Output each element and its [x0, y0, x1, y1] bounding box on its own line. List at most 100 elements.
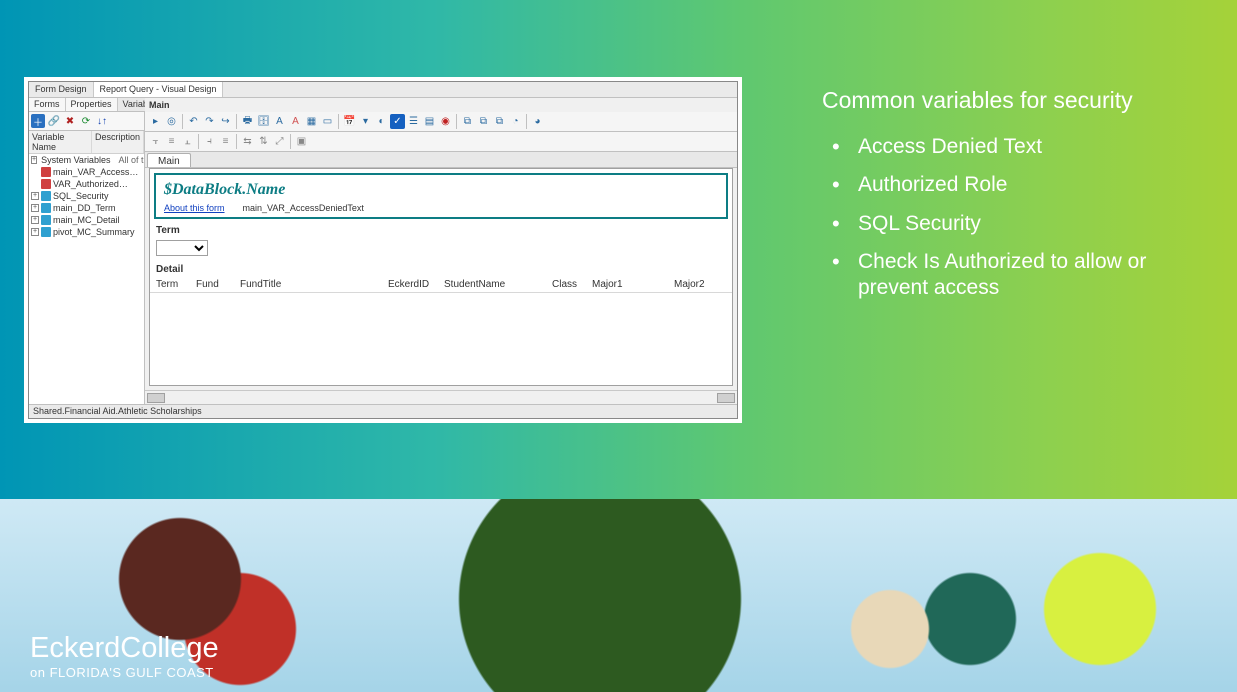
target-icon[interactable]: ◎ — [164, 114, 179, 129]
expand-icon[interactable]: + — [31, 228, 39, 236]
grid-header: Term Fund FundTitle EckerdID StudentName… — [150, 277, 732, 293]
align-mid-icon[interactable]: ≡ — [218, 134, 233, 149]
pointer-icon[interactable]: ▸ — [148, 114, 163, 129]
var-icon — [41, 227, 51, 237]
about-this-form-link[interactable]: About this form — [164, 203, 225, 213]
align-center-icon[interactable]: ≡ — [164, 134, 179, 149]
list2-icon[interactable]: ▤ — [422, 114, 437, 129]
slide-text: Common variables for security Access Den… — [822, 87, 1202, 307]
align-left-icon[interactable]: ⫟ — [148, 134, 163, 149]
panel-icon[interactable]: ▭ — [320, 114, 335, 129]
col-major2: Major2 — [674, 279, 724, 290]
text-a2-icon[interactable]: A — [288, 114, 303, 129]
nav3-icon[interactable]: ⧉ — [492, 114, 507, 129]
grid-body-empty — [150, 293, 732, 386]
tree-label: VAR_Authorized… — [53, 179, 128, 189]
slide-heading: Common variables for security — [822, 87, 1202, 114]
refresh-icon[interactable]: ⟳ — [79, 114, 93, 128]
tree-label: main_MC_Detail — [53, 215, 120, 225]
col-major1: Major1 — [592, 279, 674, 290]
h-scrollbar[interactable] — [145, 390, 737, 404]
delete-icon[interactable]: ✖ — [63, 114, 77, 128]
tree-row[interactable]: + pivot_MC_Summary — [29, 226, 144, 238]
calendar-icon[interactable]: 📅 — [342, 114, 357, 129]
term-label: Term — [150, 219, 732, 238]
left-panel: Forms Properties Variables ＋ 🔗 ✖ ⟳ ↓↑ Va… — [29, 98, 145, 404]
redo-icon[interactable]: ↷ — [202, 114, 217, 129]
tree-row-system-variables[interactable]: + System Variables All of the s — [29, 154, 144, 166]
var-icon — [41, 215, 51, 225]
align-top-icon[interactable]: ⫞ — [202, 134, 217, 149]
db-icon[interactable]: 🗄 — [256, 114, 271, 129]
photo-banner: EckerdCollege on FLORIDA'S GULF COAST — [0, 499, 1237, 692]
term-select[interactable] — [156, 240, 208, 256]
tree-row[interactable]: + main_MC_Detail — [29, 214, 144, 226]
tree-desc: All of the s — [112, 155, 144, 165]
tree-label: main_DD_Term — [53, 203, 116, 213]
group-icon[interactable]: ▣ — [294, 134, 309, 149]
sub-toolbar: ⫟ ≡ ⫠ ⫞ ≡ ⇆ ⇅ ⤢ ▣ — [145, 132, 737, 152]
nav1-icon[interactable]: ⧉ — [460, 114, 475, 129]
tree-label: SQL_Security — [53, 191, 109, 201]
record-icon[interactable]: ◉ — [438, 114, 453, 129]
block-title: $DataBlock.Name — [164, 181, 718, 199]
scroll-left-arrow[interactable] — [147, 393, 165, 403]
expand-icon[interactable]: + — [31, 156, 37, 164]
tree-row[interactable]: + SQL_Security — [29, 190, 144, 202]
var-icon — [41, 203, 51, 213]
left-tab-forms[interactable]: Forms — [29, 98, 66, 111]
detail-label: Detail — [150, 258, 732, 277]
top-tabbar: Form Design Report Query - Visual Design — [29, 82, 737, 98]
pie-icon[interactable]: ◕ — [530, 114, 545, 129]
add-icon[interactable]: ＋ — [31, 114, 45, 128]
expand-icon[interactable]: + — [31, 216, 39, 224]
col-description: Description — [92, 131, 144, 153]
tree-label: main_VAR_Access… — [53, 167, 138, 177]
scroll-right-arrow[interactable] — [717, 393, 735, 403]
toggle-icon[interactable]: ◐ — [374, 114, 389, 129]
dropdown-icon[interactable]: ▾ — [358, 114, 373, 129]
block-header: $DataBlock.Name About this form main_VAR… — [154, 173, 728, 219]
col-fundtitle: FundTitle — [240, 279, 388, 290]
list1-icon[interactable]: ☰ — [406, 114, 421, 129]
col-eckerdid: EckerdID — [388, 279, 444, 290]
forward-icon[interactable]: ↪ — [218, 114, 233, 129]
var-icon — [41, 191, 51, 201]
text-a-icon[interactable]: A — [272, 114, 287, 129]
canvas-tab-main[interactable]: Main — [147, 153, 191, 167]
checkbox-icon[interactable]: ✓ — [390, 114, 405, 129]
bullet: Check Is Authorized to allow or prevent … — [822, 243, 1202, 308]
dist-h-icon[interactable]: ⇆ — [240, 134, 255, 149]
circle-icon[interactable]: ◔ — [508, 114, 523, 129]
dist-v-icon[interactable]: ⇅ — [256, 134, 271, 149]
tree-row[interactable]: main_VAR_Access… — [29, 166, 144, 178]
undo-icon[interactable]: ↶ — [186, 114, 201, 129]
bullet: SQL Security — [822, 205, 1202, 243]
tree-row[interactable]: VAR_Authorized… — [29, 178, 144, 190]
tree-row[interactable]: + main_DD_Term — [29, 202, 144, 214]
var-icon — [41, 179, 51, 189]
logo: EckerdCollege on FLORIDA'S GULF COAST — [30, 632, 219, 680]
sort-icon[interactable]: ↓↑ — [95, 114, 109, 128]
bullet: Authorized Role — [822, 166, 1202, 204]
expand-icon[interactable]: + — [31, 204, 39, 212]
size-icon[interactable]: ⤢ — [272, 134, 287, 149]
grid-icon[interactable]: ▦ — [304, 114, 319, 129]
left-tab-properties[interactable]: Properties — [66, 98, 118, 111]
align-right-icon[interactable]: ⫠ — [180, 134, 195, 149]
link-icon[interactable]: 🔗 — [47, 114, 61, 128]
col-term: Term — [156, 279, 196, 290]
nav2-icon[interactable]: ⧉ — [476, 114, 491, 129]
bullet: Access Denied Text — [822, 128, 1202, 166]
col-fund: Fund — [196, 279, 240, 290]
tree-label: System Variables — [41, 155, 110, 165]
design-canvas[interactable]: $DataBlock.Name About this form main_VAR… — [149, 168, 733, 386]
print-icon[interactable]: 🖶 — [240, 114, 255, 129]
main-label: Main — [145, 98, 737, 112]
expand-icon[interactable]: + — [31, 192, 39, 200]
tree-label: pivot_MC_Summary — [53, 227, 135, 237]
tab-report-query-visual-design[interactable]: Report Query - Visual Design — [94, 82, 224, 97]
tab-form-design[interactable]: Form Design — [29, 82, 94, 97]
left-tabbar: Forms Properties Variables — [29, 98, 144, 112]
col-class: Class — [552, 279, 592, 290]
